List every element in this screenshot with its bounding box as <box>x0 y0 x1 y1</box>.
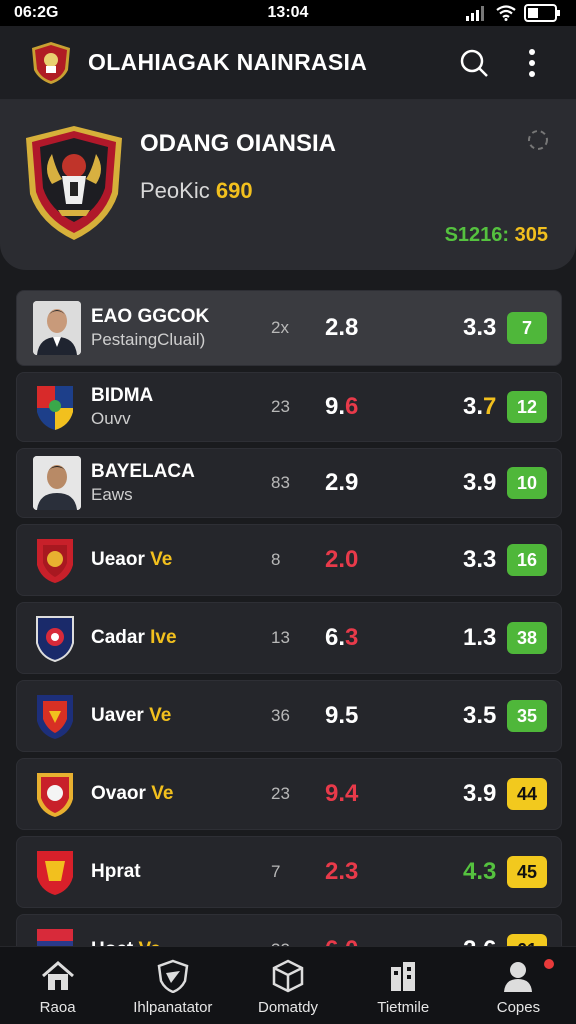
nav-label: Copes <box>496 999 541 1016</box>
row-value: 6.3 <box>325 624 359 651</box>
notification-dot <box>544 959 555 969</box>
team-crest-icon <box>37 695 73 739</box>
status-time: 06:2G <box>14 4 59 21</box>
player-avatar <box>33 456 81 510</box>
team-score: S1216: 305 <box>445 224 548 247</box>
list-item[interactable]: Ueaor Ve 8 2.0 3.3 16 <box>16 524 562 596</box>
row-score: 3.7 <box>463 393 497 420</box>
row-count: 36 <box>271 706 290 725</box>
status-bar: 06:2G 13:04 <box>0 0 576 26</box>
nav-item-emblem[interactable]: Ihlpanatator <box>115 947 230 1024</box>
home-icon <box>39 957 77 995</box>
row-badge: 16 <box>507 544 547 576</box>
standings-list: EAO GGCOK PestaingCluail) 2x 2.8 3.3 7 B… <box>16 290 562 992</box>
profile-icon <box>499 957 537 995</box>
more-vertical-icon <box>529 48 535 77</box>
row-value: 2.9 <box>325 469 359 496</box>
team-crest-icon <box>37 386 73 430</box>
building-icon <box>384 957 422 995</box>
team-subtitle-prefix: PeoKic <box>140 178 210 203</box>
status-icons <box>466 4 562 22</box>
list-item[interactable]: BAYELACA Eaws 83 2.9 3.9 10 <box>16 448 562 518</box>
nav-label: Domatdy <box>257 999 319 1016</box>
list-item[interactable]: BIDMA Ouvv 23 9.6 3.7 12 <box>16 372 562 442</box>
row-badge: 10 <box>507 467 547 499</box>
row-value: 2.8 <box>325 314 359 341</box>
team-subtitle-value: 690 <box>215 178 253 203</box>
battery-icon <box>524 4 560 22</box>
row-count: 23 <box>271 397 290 416</box>
list-item[interactable]: Uaver Ve 36 9.5 3.5 35 <box>16 680 562 752</box>
row-value: 2.3 <box>325 858 359 885</box>
team-name: ODANG OIANSIA <box>140 130 337 157</box>
row-score: 3.5 <box>463 702 497 729</box>
list-item[interactable]: EAO GGCOK PestaingCluail) 2x 2.8 3.3 7 <box>16 290 562 366</box>
nav-item-box[interactable]: Domatdy <box>230 947 345 1024</box>
row-badge: 35 <box>507 700 547 732</box>
team-score-prefix: S1216: <box>444 224 515 246</box>
more-menu-button[interactable] <box>512 43 552 83</box>
team-crest-icon <box>37 773 73 817</box>
row-score: 3.3 <box>463 546 497 573</box>
app-logo-crest <box>32 41 70 84</box>
shield-emblem-icon <box>154 957 192 995</box>
row-count: 23 <box>271 784 290 803</box>
bottom-nav: Raoa Ihlpanatator Domatdy Tietmile Copes <box>0 946 576 1024</box>
team-crest-icon <box>36 616 74 663</box>
row-count: 13 <box>271 628 290 647</box>
nav-label: Raoa <box>39 999 76 1016</box>
wifi-icon <box>496 5 516 21</box>
row-score: 1.3 <box>463 624 497 651</box>
row-badge: 7 <box>507 312 547 344</box>
loading-spinner-icon <box>528 130 548 150</box>
row-count: 7 <box>271 862 281 881</box>
team-subtitle: PeoKic 690 <box>140 178 253 204</box>
row-badge: 44 <box>507 778 547 810</box>
team-crest-large <box>26 126 122 240</box>
row-score: 3.3 <box>463 314 497 341</box>
team-crest-icon <box>37 539 73 583</box>
row-badge: 45 <box>507 856 547 888</box>
row-score: 3.9 <box>463 469 497 496</box>
box-icon <box>269 957 307 995</box>
signal-icon <box>466 6 484 21</box>
nav-label: Ihlpanatator <box>133 999 213 1016</box>
nav-label: Tietmile <box>377 999 430 1016</box>
app-title: OLAHIAGAK NAINRASIA <box>88 49 368 75</box>
player-avatar <box>33 301 81 355</box>
team-crest-icon <box>37 851 73 895</box>
row-value: 9.6 <box>325 393 359 420</box>
row-badge: 12 <box>507 391 547 423</box>
nav-item-home[interactable]: Raoa <box>0 947 115 1024</box>
nav-item-building[interactable]: Tietmile <box>346 947 461 1024</box>
row-count: 83 <box>271 473 290 492</box>
search-icon <box>460 49 488 77</box>
row-count: 8 <box>271 550 281 569</box>
row-value: 9.5 <box>325 702 359 729</box>
row-value: 2.0 <box>325 546 359 573</box>
row-score: 3.9 <box>463 780 497 807</box>
row-badge: 38 <box>507 622 547 654</box>
row-count: 2x <box>271 318 289 337</box>
row-value: 9.4 <box>325 780 359 807</box>
list-item[interactable]: Cadar Ive 13 6.3 1.3 38 <box>16 602 562 674</box>
nav-item-profile[interactable]: Copes <box>461 947 576 1024</box>
row-score: 4.3 <box>463 858 497 885</box>
app-header: OLAHIAGAK NAINRASIA <box>0 26 576 100</box>
team-score-value: 305 <box>514 224 548 246</box>
search-button[interactable] <box>454 43 494 83</box>
list-item[interactable]: Hprat 7 2.3 4.3 45 <box>16 836 562 908</box>
team-card[interactable]: ODANG OIANSIA PeoKic 690 S1216: 305 <box>0 100 576 270</box>
list-item[interactable]: Ovaor Ve 23 9.4 3.9 44 <box>16 758 562 830</box>
